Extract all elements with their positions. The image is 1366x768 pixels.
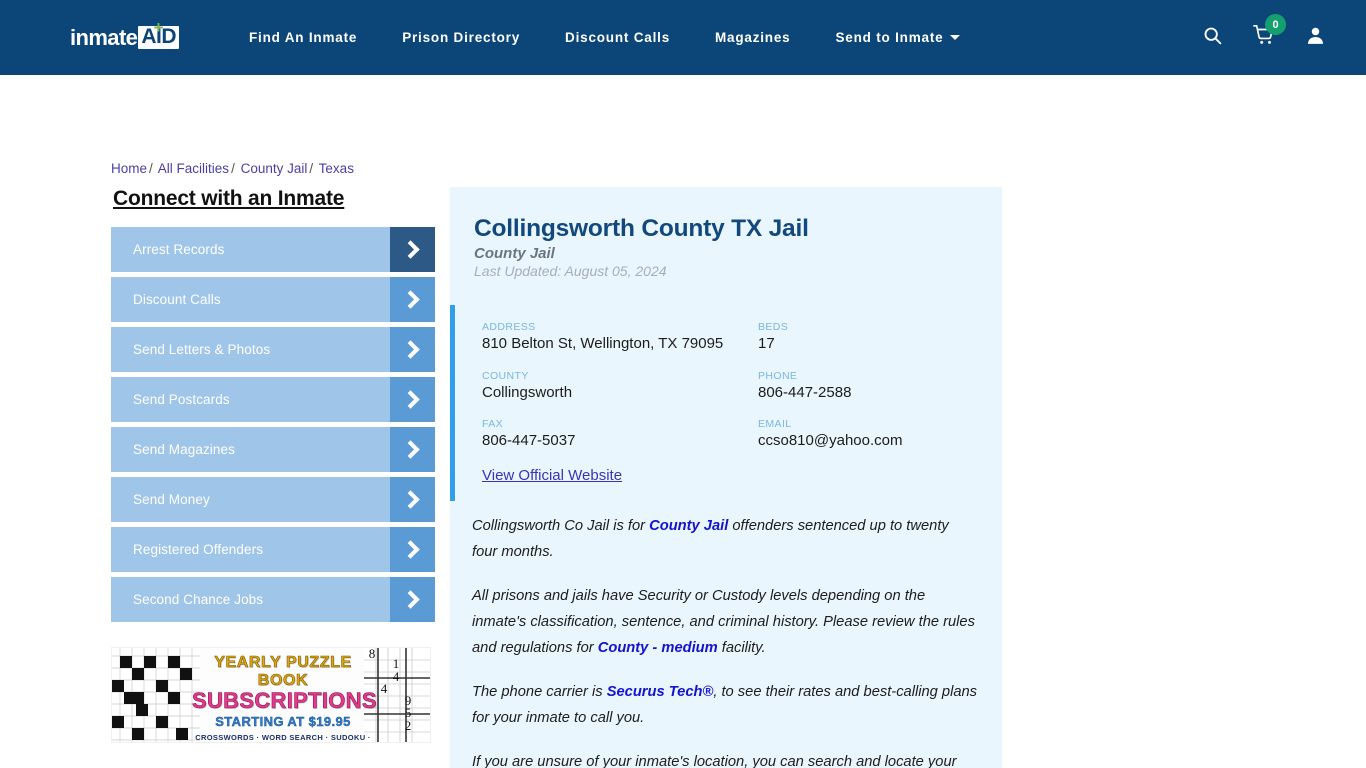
info-label: PHONE — [758, 369, 798, 382]
svg-text:2: 2 — [405, 718, 412, 733]
site-logo[interactable]: inmate + AID — [70, 17, 179, 51]
sidebar-item-label: Send Postcards — [133, 392, 230, 407]
info-value: 806-447-5037 — [482, 432, 576, 449]
breadcrumb-separator: / — [149, 161, 153, 176]
nav-item-magazines[interactable]: Magazines — [715, 30, 790, 45]
description-paragraph-2: All prisons and jails have Security or C… — [472, 583, 978, 661]
logo-text-inmate: inmate — [70, 24, 138, 50]
last-updated-text: Last Updated: August 05, 2024 — [474, 263, 667, 279]
facility-description: Collingsworth Co Jail is for County Jail… — [450, 501, 1002, 768]
page-title: Collingsworth County TX Jail — [474, 215, 809, 242]
info-label: EMAIL — [758, 418, 792, 430]
info-field-county: COUNTY Collingsworth — [482, 370, 758, 403]
sidebar-item-discount-calls[interactable]: Discount Calls — [111, 277, 435, 322]
nav-item-send-to-inmate-label: Send to Inmate — [835, 30, 944, 45]
ad-headline: YEARLY PUZZLE BOOK — [214, 654, 352, 690]
nav-item-discount-calls[interactable]: Discount Calls — [565, 30, 670, 45]
breadcrumb-separator: / — [231, 161, 235, 176]
highlight-securus-tech: Securus Tech® — [606, 683, 714, 700]
chevron-down-icon — [950, 35, 961, 40]
sidebar-item-label: Send Money — [133, 492, 210, 507]
info-value: 806-447-2588 — [758, 383, 852, 401]
crossword-graphic — [112, 648, 200, 742]
breadcrumb: Home / All Facilities / County Jail / Texas — [111, 161, 354, 176]
chevron-right-icon — [390, 577, 435, 622]
info-value: Collingsworth — [482, 383, 573, 401]
chevron-right-icon — [390, 527, 435, 572]
view-official-website-link[interactable]: View Official Website — [482, 467, 622, 484]
main-navigation: Find An Inmate Prison Directory Discount… — [249, 30, 1202, 45]
cart-count-badge: 0 — [1265, 14, 1286, 35]
breadcrumb-item-county-jail[interactable]: County Jail — [241, 161, 308, 176]
chevron-right-icon — [390, 377, 435, 422]
description-paragraph-3: The phone carrier is Securus Tech®, to s… — [472, 679, 978, 731]
breadcrumb-separator: / — [309, 161, 314, 176]
sidebar-item-label: Discount Calls — [133, 292, 221, 307]
ad-subheadline: SUBSCRIPTIONS — [192, 688, 377, 714]
info-label: BEDS — [758, 321, 789, 333]
header-icon-group: 0 — [1202, 14, 1338, 51]
sidebar-item-send-letters-photos[interactable]: Send Letters & Photos — [111, 327, 435, 372]
sidebar-item-second-chance-jobs[interactable]: Second Chance Jobs — [111, 577, 435, 622]
sidebar-item-label: Send Magazines — [133, 442, 235, 457]
user-icon[interactable] — [1305, 25, 1326, 51]
nav-item-find-an-inmate[interactable]: Find An Inmate — [249, 30, 357, 45]
puzzle-book-ad-banner[interactable]: 8 1 4 4 9 5 2 YEARLY PUZZLE BOOK SUBSCRI… — [111, 647, 431, 743]
description-text: The phone carrier is — [472, 683, 607, 700]
sidebar-item-label: Second Chance Jobs — [133, 592, 264, 607]
info-value: 810 Belton St, Wellington, TX 79095 — [482, 335, 724, 352]
info-label: FAX — [482, 418, 504, 430]
facility-type: County Jail — [474, 245, 555, 262]
sidebar-title: Connect with an Inmate — [113, 187, 345, 210]
chevron-right-icon — [390, 427, 435, 472]
sidebar-item-send-money[interactable]: Send Money — [111, 477, 435, 522]
description-text: If you are unsure of your inmate's locat… — [472, 753, 957, 768]
ad-categories: CROSSWORDS · WORD SEARCH · SUDOKU · BRAI… — [195, 733, 371, 742]
sidebar-item-send-magazines[interactable]: Send Magazines — [111, 427, 435, 472]
highlight-county-jail: County Jail — [649, 517, 729, 534]
highlight-county-medium: County - medium — [597, 639, 718, 656]
facility-card: Collingsworth County TX Jail County Jail… — [450, 187, 1002, 768]
description-text: Collingsworth Co Jail is for — [472, 517, 650, 534]
breadcrumb-item-home[interactable]: Home — [111, 161, 147, 176]
logo-plus-icon: + — [153, 17, 164, 37]
info-value: ccso810@yahoo.com — [758, 432, 903, 449]
cart-icon[interactable]: 0 — [1253, 14, 1286, 51]
info-value: 17 — [758, 335, 775, 352]
facility-header: Collingsworth County TX Jail County Jail… — [450, 205, 1002, 279]
nav-item-send-to-inmate[interactable]: Send to Inmate — [835, 30, 961, 45]
chevron-right-icon — [390, 227, 435, 272]
facility-info-grid: ADDRESS 810 Belton St, Wellington, TX 79… — [482, 321, 978, 451]
info-label: ADDRESS — [482, 321, 536, 333]
site-header: inmate + AID Find An Inmate Prison Direc… — [0, 0, 1366, 75]
svg-text:4: 4 — [381, 681, 388, 696]
info-field-email: EMAIL ccso810@yahoo.com — [758, 418, 978, 451]
info-field-beds: BEDS 17 — [758, 321, 978, 354]
chevron-right-icon — [390, 277, 435, 322]
sidebar-item-label: Send Letters & Photos — [133, 342, 271, 357]
nav-item-prison-directory[interactable]: Prison Directory — [402, 30, 520, 45]
info-label: COUNTY — [482, 369, 529, 382]
chevron-right-icon — [390, 477, 435, 522]
info-field-phone: PHONE 806-447-2588 — [758, 370, 978, 403]
info-field-address: ADDRESS 810 Belton St, Wellington, TX 79… — [482, 321, 758, 354]
sidebar-item-send-postcards[interactable]: Send Postcards — [111, 377, 435, 422]
description-paragraph-1: Collingsworth Co Jail is for County Jail… — [472, 513, 978, 565]
description-paragraph-4: If you are unsure of your inmate's locat… — [472, 749, 978, 768]
breadcrumb-item-all-facilities[interactable]: All Facilities — [158, 161, 229, 176]
svg-text:4: 4 — [393, 669, 400, 684]
sidebar-item-label: Registered Offenders — [133, 542, 264, 557]
info-field-fax: FAX 806-447-5037 — [482, 418, 758, 451]
sidebar-item-label: Arrest Records — [133, 242, 225, 257]
sidebar: Connect with an Inmate Arrest Records Di… — [111, 187, 435, 627]
ad-price: STARTING AT $19.95 — [215, 714, 351, 729]
sidebar-item-registered-offenders[interactable]: Registered Offenders — [111, 527, 435, 572]
chevron-right-icon — [390, 327, 435, 372]
ad-text-group: YEARLY PUZZLE BOOK SUBSCRIPTIONS STARTIN… — [192, 654, 377, 742]
description-text: facility. — [717, 639, 766, 656]
facility-info-block: ADDRESS 810 Belton St, Wellington, TX 79… — [450, 305, 1002, 501]
sidebar-item-arrest-records[interactable]: Arrest Records — [111, 227, 435, 272]
search-icon[interactable] — [1202, 25, 1223, 51]
breadcrumb-item-texas[interactable]: Texas — [319, 161, 354, 176]
